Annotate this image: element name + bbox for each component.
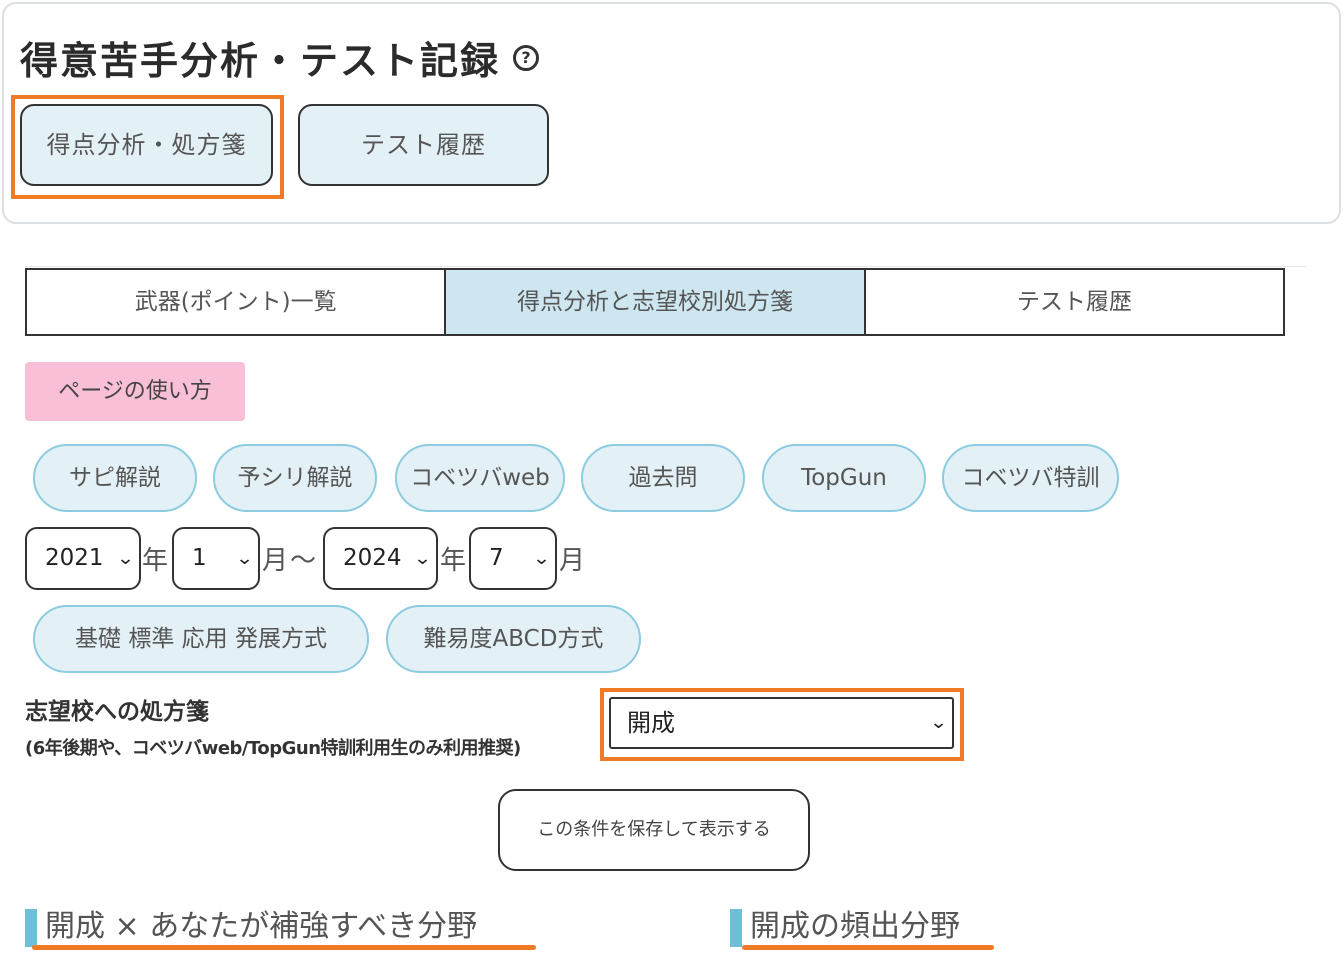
frequent-fields-underline [742,945,994,950]
help-icon[interactable]: ? [513,45,539,71]
chevron-down-icon: ⌄ [929,712,948,733]
weak-fields-heading: 開成 × あなたが補強すべき分野 [25,905,477,949]
prescription-note: (6年後期や、コベツバweb/TopGun特訓利用生のみ利用推奨) [25,738,521,759]
frequent-fields-heading: 開成の頻出分野 [730,905,960,949]
end-month-select[interactable]: 7 ⌄ [469,527,557,590]
method-basic-button[interactable]: 基礎 標準 応用 発展方式 [33,605,369,673]
start-month-value: 1 [192,545,207,571]
tab-bar: 武器(ポイント)一覧 得点分析と志望校別処方箋 テスト履歴 [25,268,1285,336]
month-unit: 月 [559,546,586,576]
frequent-fields-title: 開成の頻出分野 [750,909,960,944]
score-analysis-button[interactable]: 得点分析・処方箋 [20,104,273,186]
start-year-value: 2021 [45,545,104,571]
heading-bar [730,909,742,947]
tab-score-analysis[interactable]: 得点分析と志望校別処方箋 [446,270,866,334]
heading-bar [25,909,37,947]
chevron-down-icon: ⌄ [235,548,254,569]
save-conditions-button[interactable]: この条件を保存して表示する [498,789,810,871]
howto-button[interactable]: ページの使い方 [25,362,245,421]
chevron-down-icon: ⌄ [413,548,432,569]
range-tilde: ～ [290,546,317,576]
test-history-button[interactable]: テスト履歴 [298,104,549,186]
start-month-select[interactable]: 1 ⌄ [172,527,260,590]
filter-past-exams[interactable]: 過去問 [581,444,745,512]
end-year-select[interactable]: 2024 ⌄ [323,527,438,590]
month-unit: 月 [262,546,289,576]
filter-kobetsuba-special[interactable]: コベツバ特訓 [942,444,1119,512]
weak-fields-title: 開成 × あなたが補強すべき分野 [45,909,478,944]
school-select-value: 開成 [627,709,675,737]
weak-fields-underline [32,945,536,950]
end-year-value: 2024 [343,545,402,571]
end-month-value: 7 [489,545,504,571]
filter-topgun[interactable]: TopGun [762,444,926,512]
filter-sapi[interactable]: サピ解説 [33,444,197,512]
chevron-down-icon: ⌄ [532,548,551,569]
tab-weapons-list[interactable]: 武器(ポイント)一覧 [27,270,447,334]
school-select[interactable]: 開成 ⌄ [609,697,954,749]
divider [25,266,1307,267]
prescription-label: 志望校への処方箋 [25,699,209,725]
page-title: 得意苦手分析・テスト記録 [20,39,501,83]
tab-test-history[interactable]: テスト履歴 [865,270,1283,334]
chevron-down-icon: ⌄ [116,548,135,569]
filter-kobetsuba-web[interactable]: コベツバweb [395,444,565,512]
start-year-select[interactable]: 2021 ⌄ [25,527,141,590]
year-unit: 年 [440,546,467,576]
filter-yoshiri[interactable]: 予シリ解説 [213,444,377,512]
method-abcd-button[interactable]: 難易度ABCD方式 [386,605,641,673]
year-unit: 年 [142,546,169,576]
